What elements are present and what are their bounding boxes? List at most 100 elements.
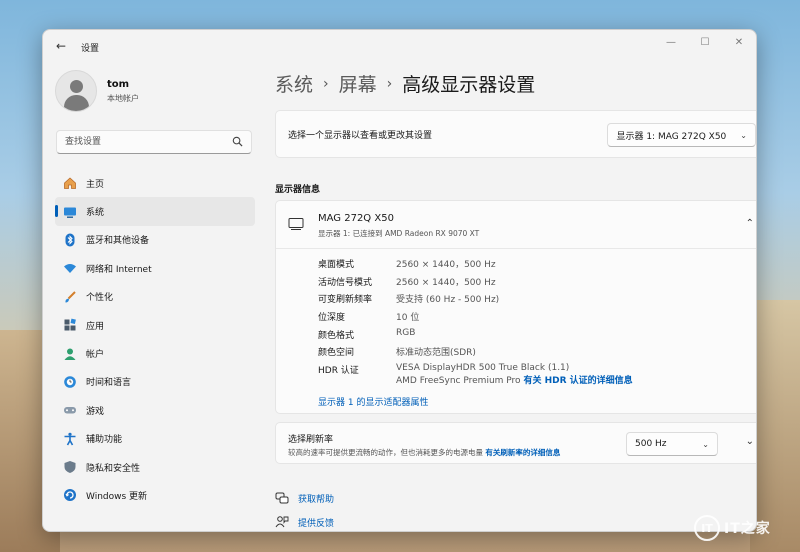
- monitor-name: MAG 272Q X50: [318, 213, 394, 224]
- sidebar-item-personalization[interactable]: 个性化: [55, 283, 255, 311]
- chevron-right-icon: ›: [386, 75, 393, 92]
- display-dropdown[interactable]: 显示器 1: MAG 272Q X50 ⌄: [607, 123, 756, 147]
- info-row-active-signal: 活动信号模式 2560 × 1440，500 Hz: [318, 275, 633, 293]
- watermark-text: IT之家: [724, 521, 771, 537]
- search-icon: [232, 136, 243, 147]
- sidebar-item-label: 帐户: [86, 350, 105, 361]
- sidebar-item-network[interactable]: 网络和 Internet: [55, 254, 255, 282]
- chevron-up-icon[interactable]: ⌃: [746, 218, 754, 229]
- info-value: 10 位: [396, 313, 420, 324]
- sidebar-item-label: 蓝牙和其他设备: [86, 236, 150, 247]
- help-icon: [275, 491, 289, 505]
- info-row-desktop-mode: 桌面模式 2560 × 1440，500 Hz: [318, 257, 633, 275]
- info-value: RGB: [396, 327, 416, 338]
- search-input[interactable]: [57, 131, 227, 153]
- info-row-hdr: HDR 认证 VESA DisplayHDR 500 True Black (1…: [318, 363, 633, 393]
- info-key: 颜色空间: [318, 348, 355, 359]
- get-help-link[interactable]: 获取帮助: [275, 486, 334, 510]
- refresh-rate-dropdown[interactable]: 500 Hz ⌄: [626, 432, 718, 456]
- info-key: 位深度: [318, 313, 346, 324]
- refresh-rate-link[interactable]: 有关刷新率的详细信息: [485, 448, 560, 457]
- sidebar-item-gaming[interactable]: 游戏: [55, 396, 255, 424]
- bluetooth-icon: [63, 233, 77, 247]
- sidebar-item-system[interactable]: 系统: [55, 197, 255, 226]
- monitor-icon: [288, 218, 304, 230]
- sidebar-item-privacy[interactable]: 隐私和安全性: [55, 453, 255, 481]
- feedback-label: 提供反馈: [298, 518, 335, 529]
- sidebar-item-label: 游戏: [86, 406, 105, 417]
- hdr-details-link[interactable]: 有关 HDR 认证的详细信息: [523, 376, 632, 386]
- info-key: 颜色格式: [318, 330, 355, 341]
- info-value: 2560 × 1440，500 Hz: [396, 260, 496, 270]
- sidebar-item-label: 应用: [86, 321, 105, 332]
- system-icon: [63, 205, 77, 219]
- section-title-display-info: 显示器信息: [275, 185, 321, 195]
- expand-chevron-icon[interactable]: ⌄: [746, 436, 754, 447]
- info-value: 受支持 (60 Hz - 500 Hz): [396, 295, 500, 306]
- sidebar-item-accessibility[interactable]: 辅助功能: [55, 425, 255, 453]
- update-icon: [63, 488, 77, 502]
- breadcrumb-system[interactable]: 系统: [275, 70, 313, 97]
- sidebar-item-label: 辅助功能: [86, 435, 123, 446]
- close-button[interactable]: ✕: [722, 30, 756, 54]
- help-links: 获取帮助 提供反馈: [275, 486, 335, 531]
- maximize-button[interactable]: ☐: [688, 30, 722, 54]
- info-value: 标准动态范围(SDR): [396, 348, 476, 359]
- select-display-label: 选择一个显示器以查看或更改其设置: [288, 131, 433, 141]
- refresh-rate-desc-text: 较高的速率可提供更流畅的动作，但也消耗更多的电源电量: [288, 448, 483, 457]
- sidebar-item-bluetooth[interactable]: 蓝牙和其他设备: [55, 226, 255, 254]
- user-profile[interactable]: tom 本地帐户: [55, 70, 139, 112]
- minimize-button[interactable]: —: [654, 30, 688, 54]
- info-key: HDR 认证: [318, 366, 359, 377]
- network-icon: [63, 261, 77, 275]
- globe-clock-icon: [63, 375, 77, 389]
- window-controls: — ☐ ✕: [654, 30, 756, 54]
- sidebar-item-label: Windows 更新: [86, 491, 148, 502]
- apps-icon: [63, 318, 77, 332]
- sidebar-item-accounts[interactable]: 帐户: [55, 339, 255, 367]
- select-display-card: 选择一个显示器以查看或更改其设置 显示器 1: MAG 272Q X50 ⌄: [275, 110, 756, 158]
- get-help-label: 获取帮助: [298, 494, 335, 505]
- account-type: 本地帐户: [107, 93, 139, 103]
- hdr-cert-1: VESA DisplayHDR 500 True Black (1.1): [396, 363, 570, 374]
- refresh-rate-card: 选择刷新率 较高的速率可提供更流畅的动作，但也消耗更多的电源电量 有关刷新率的详…: [275, 422, 756, 464]
- monitor-connection: 显示器 1: 已连接到 AMD Radeon RX 9070 XT: [318, 229, 480, 238]
- breadcrumb: 系统 › 屏幕 › 高级显示器设置: [275, 70, 535, 97]
- sidebar-nav: 主页 系统 蓝牙和其他设备 网络和 Internet 个性化 应用 帐户 时间和…: [55, 169, 255, 510]
- sidebar-item-apps[interactable]: 应用: [55, 311, 255, 339]
- refresh-rate-title: 选择刷新率: [288, 435, 334, 445]
- info-value: 2560 × 1440，500 Hz: [396, 277, 496, 288]
- home-icon: [63, 176, 77, 190]
- refresh-rate-desc: 较高的速率可提供更流畅的动作，但也消耗更多的电源电量 有关刷新率的详细信息: [288, 447, 560, 458]
- display-info-card: MAG 272Q X50 显示器 1: 已连接到 AMD Radeon RX 9…: [275, 200, 756, 414]
- shield-icon: [63, 460, 77, 474]
- search-box[interactable]: [56, 130, 252, 154]
- info-key: 活动信号模式: [318, 277, 373, 288]
- account-icon: [63, 347, 77, 361]
- chevron-down-icon: ⌄: [702, 439, 709, 449]
- info-row-vrr: 可变刷新频率 受支持 (60 Hz - 500 Hz): [318, 292, 633, 310]
- sidebar-item-windows-update[interactable]: Windows 更新: [55, 481, 255, 509]
- display-info-header[interactable]: MAG 272Q X50 显示器 1: 已连接到 AMD Radeon RX 9…: [276, 201, 756, 249]
- app-title: 设置: [81, 44, 100, 54]
- sidebar-item-time-language[interactable]: 时间和语言: [55, 368, 255, 396]
- adapter-properties-link[interactable]: 显示器 1 的显示适配器属性: [318, 395, 428, 408]
- settings-window: ← 设置 — ☐ ✕ tom 本地帐户 主页: [42, 29, 757, 532]
- sidebar-item-label: 主页: [86, 179, 105, 190]
- accessibility-icon: [63, 432, 77, 446]
- breadcrumb-display[interactable]: 屏幕: [339, 70, 377, 97]
- info-row-color-space: 颜色空间 标准动态范围(SDR): [318, 345, 633, 363]
- chevron-down-icon: ⌄: [740, 130, 747, 140]
- user-name: tom: [107, 78, 130, 90]
- sidebar-item-label: 系统: [86, 208, 105, 219]
- info-row-color-format: 颜色格式 RGB: [318, 328, 633, 346]
- feedback-icon: [275, 515, 289, 529]
- brush-icon: [63, 290, 77, 304]
- gamepad-icon: [63, 403, 77, 417]
- sidebar-item-home[interactable]: 主页: [55, 169, 255, 197]
- sidebar-item-label: 时间和语言: [86, 378, 132, 389]
- feedback-link[interactable]: 提供反馈: [275, 510, 335, 531]
- hdr-cert-2: AMD FreeSync Premium Pro: [396, 376, 521, 387]
- back-button[interactable]: ←: [53, 39, 69, 53]
- sidebar-item-label: 隐私和安全性: [86, 463, 141, 474]
